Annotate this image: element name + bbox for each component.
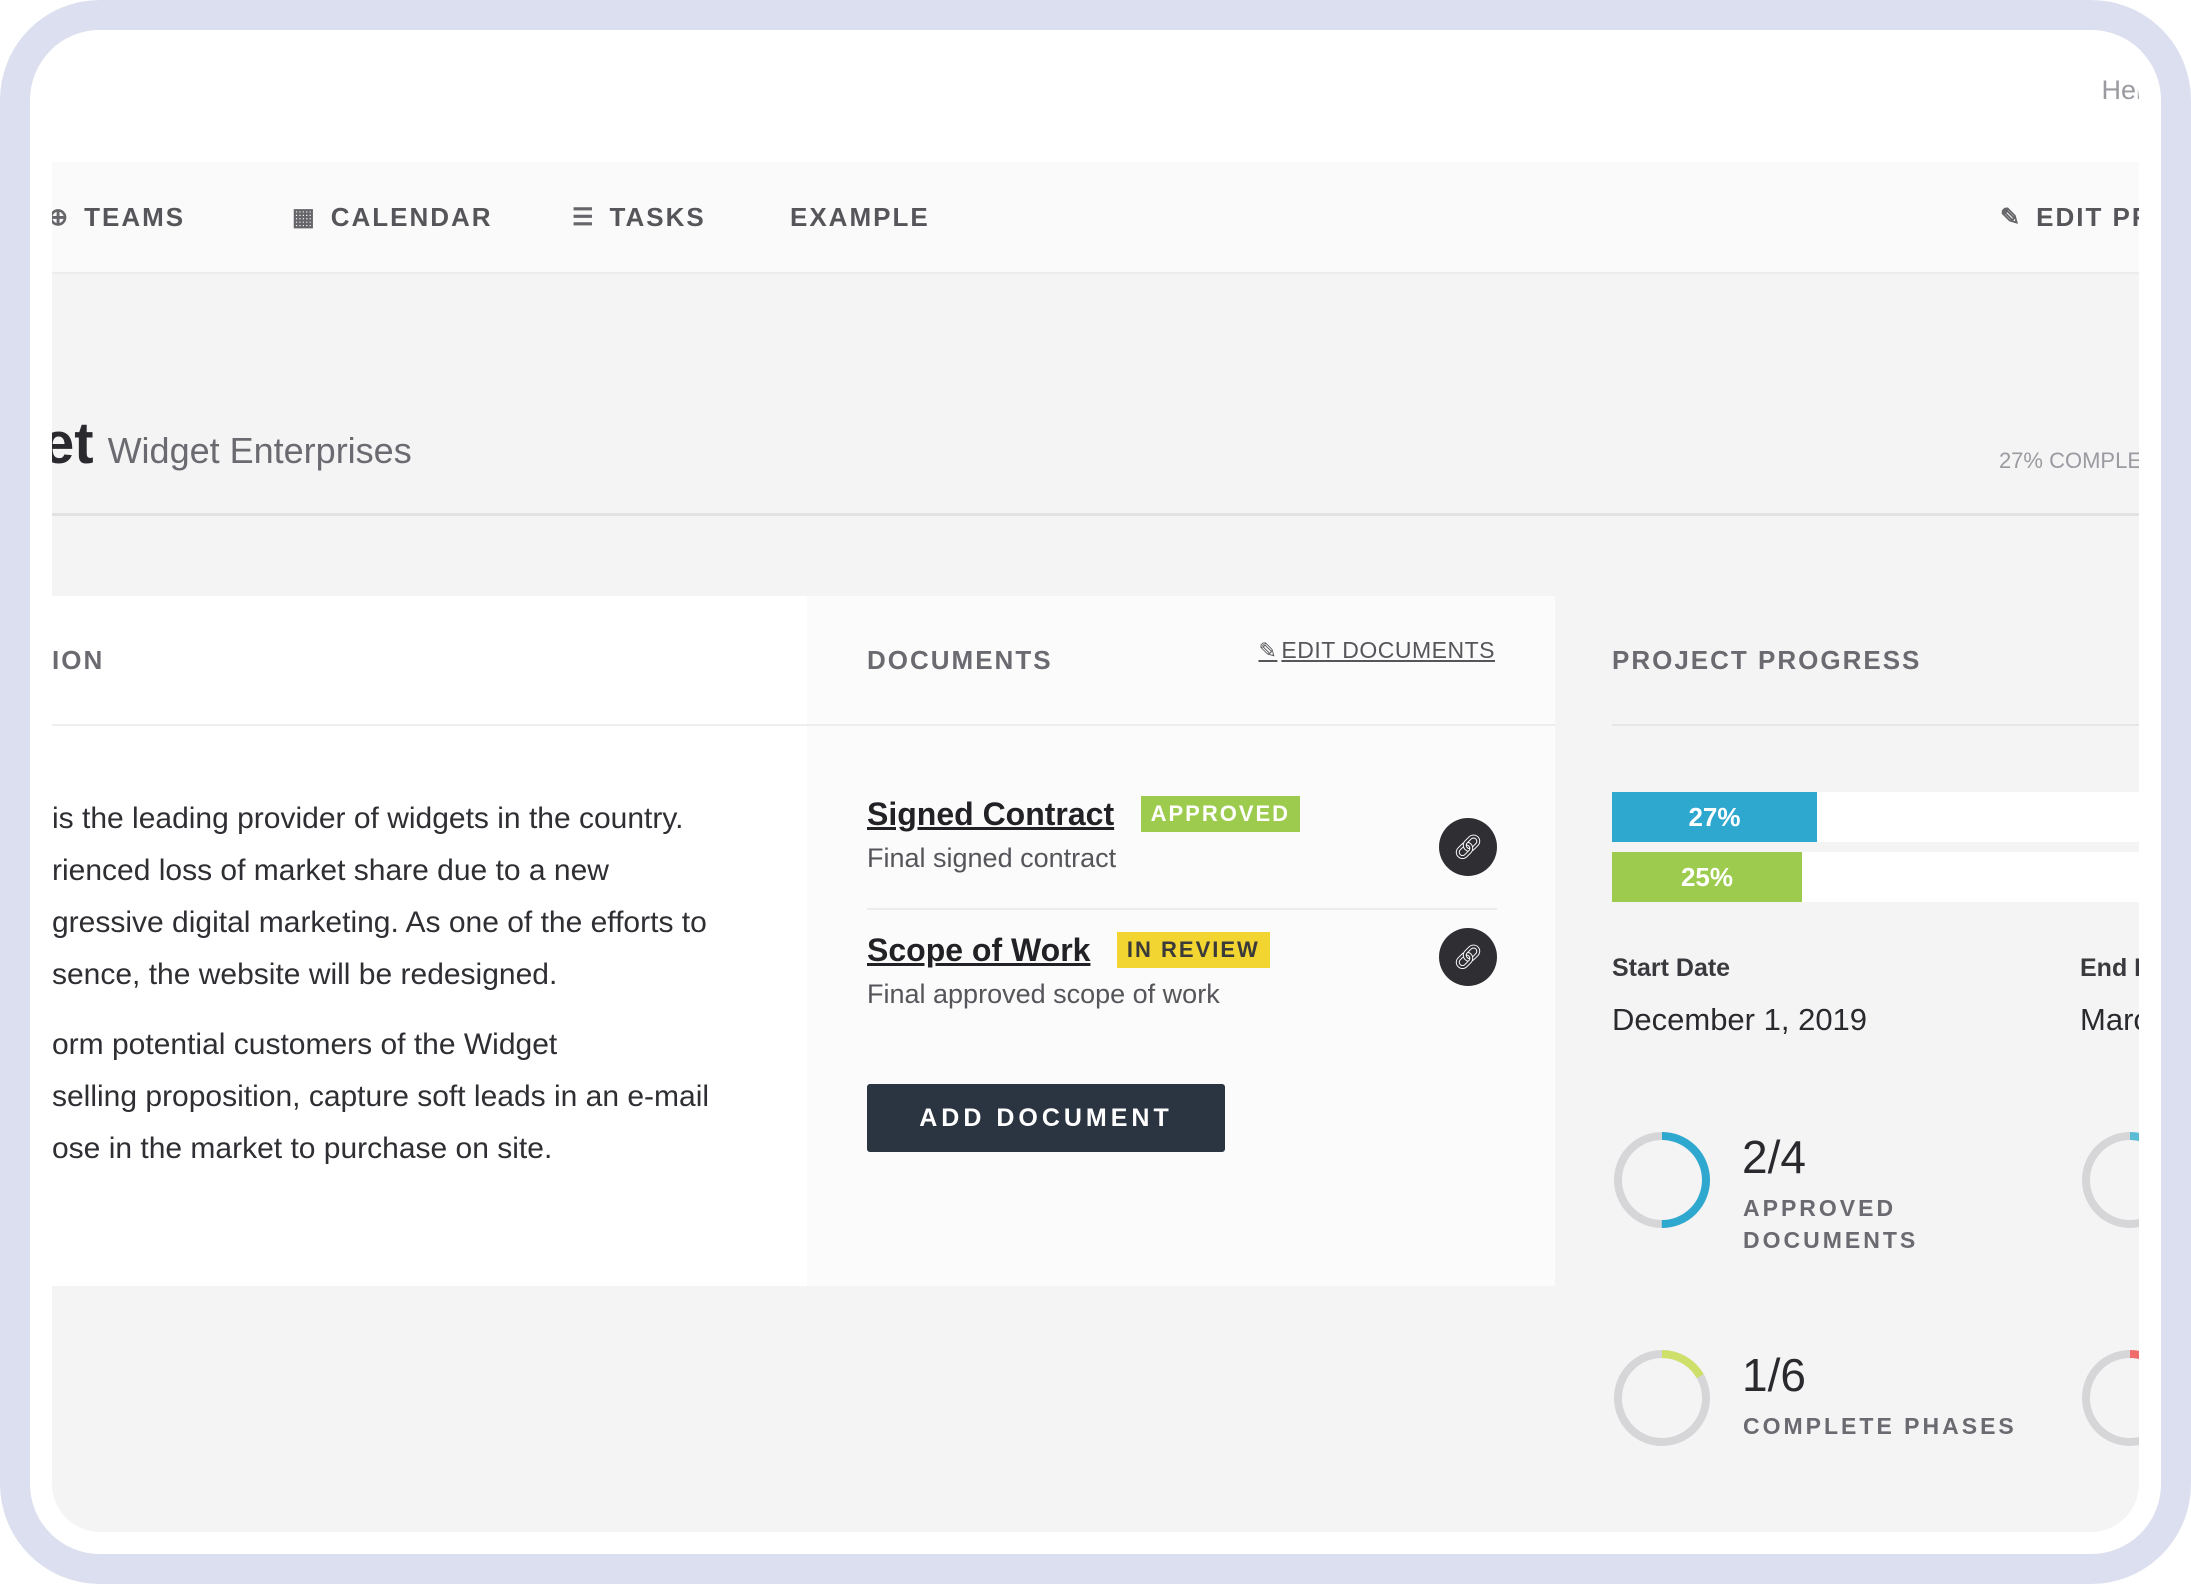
about-panel: ION is the leading provider of widgets i…	[52, 596, 807, 1286]
link-icon: 🔗︎	[1452, 943, 1484, 971]
document-title-link[interactable]: Signed Contract	[867, 796, 1114, 832]
approved-documents-count: 2/4	[1742, 1131, 1806, 1183]
about-line: selling proposition, capture soft leads …	[52, 1080, 710, 1113]
edit-documents-label: EDIT DOCUMENTS	[1281, 637, 1495, 663]
document-item: Signed Contract APPROVED Final signed co…	[867, 796, 1497, 876]
donut-track	[2082, 1350, 2142, 1446]
tab-tasks-label: TASKS	[609, 201, 706, 232]
progress-heading: PROJECT PROGRESS	[1612, 644, 1922, 675]
documents-divider	[807, 724, 1555, 726]
progress-bar-track: 25%	[1612, 852, 2142, 902]
add-document-button[interactable]: ADD DOCUMENT	[867, 1084, 1225, 1152]
project-nav: ⊕ TEAMS ▦ CALENDAR ☰ TASKS EXAMPLE ✎ EDI…	[52, 162, 2142, 274]
document-title-link[interactable]: Scope of Work	[867, 932, 1090, 968]
tab-teams-label: TEAMS	[84, 201, 186, 232]
stat-label-line: APPROVED	[1743, 1195, 1897, 1221]
document-divider	[867, 908, 1497, 910]
documents-panel: DOCUMENTS ✎ EDIT DOCUMENTS Signed Contra…	[807, 596, 1555, 1286]
top-bar: Hel	[52, 30, 2142, 162]
approved-documents-label: APPROVED DOCUMENTS	[1743, 1192, 1918, 1256]
about-divider	[52, 724, 807, 726]
partial-stat-donut	[2082, 1132, 2142, 1228]
app-screen: Hel ⊕ TEAMS ▦ CALENDAR ☰ TASKS EXAMPLE ✎…	[52, 30, 2142, 1540]
tab-calendar-label: CALENDAR	[330, 201, 493, 232]
device-frame: Hel ⊕ TEAMS ▦ CALENDAR ☰ TASKS EXAMPLE ✎…	[0, 0, 2191, 1584]
project-title: et	[52, 411, 94, 476]
user-greeting[interactable]: Hel	[2101, 75, 2142, 106]
pencil-icon: ✎	[2000, 203, 2023, 231]
link-icon-button[interactable]: 🔗︎	[1439, 928, 1497, 986]
document-subtitle: Final signed contract	[867, 843, 1117, 873]
header-divider	[52, 513, 2142, 516]
tab-teams[interactable]: ⊕ TEAMS	[52, 162, 185, 272]
tab-example[interactable]: EXAMPLE	[790, 162, 930, 272]
status-badge-in-review: IN REVIEW	[1116, 932, 1270, 968]
document-subtitle: Final approved scope of work	[867, 979, 1220, 1009]
progress-bar-track: 27%	[1612, 792, 2142, 842]
tab-tasks[interactable]: ☰ TASKS	[572, 162, 706, 272]
link-icon: 🔗︎	[1452, 833, 1484, 861]
document-item: Scope of Work IN REVIEW Final approved s…	[867, 928, 1497, 1010]
link-icon-button[interactable]: 🔗︎	[1439, 818, 1497, 876]
teams-icon: ⊕	[52, 203, 70, 232]
start-date-value: December 1, 2019	[1612, 1002, 1868, 1037]
pencil-icon: ✎	[1258, 637, 1278, 663]
tab-calendar[interactable]: ▦ CALENDAR	[292, 162, 493, 272]
client-name[interactable]: Widget Enterprises	[108, 430, 412, 472]
documents-heading: DOCUMENTS	[867, 644, 1053, 675]
tab-example-label: EXAMPLE	[790, 201, 930, 232]
about-line: gressive digital marketing. As one of th…	[52, 906, 707, 939]
progress-bar-fill: 27%	[1612, 792, 1817, 842]
edit-project-link[interactable]: ✎ EDIT PROJ	[2000, 162, 2142, 272]
about-line: rienced loss of market share due to a ne…	[52, 854, 609, 887]
stat-label-line: DOCUMENTS	[1743, 1227, 1919, 1253]
project-progress-panel: PROJECT PROGRESS 27% 25% Start Date Dece…	[1612, 596, 2142, 1496]
complete-phases-count: 1/6	[1742, 1349, 1806, 1401]
progress-bar-fill: 25%	[1612, 852, 1802, 902]
about-heading: ION	[52, 644, 105, 675]
progress-bar-label: 25%	[1680, 861, 1734, 892]
status-badge-approved: APPROVED	[1140, 796, 1301, 832]
edit-documents-link[interactable]: ✎ EDIT DOCUMENTS	[1258, 637, 1495, 664]
about-line: sence, the website will be redesigned.	[52, 958, 558, 991]
progress-bar-label: 27%	[1688, 801, 1741, 832]
about-line: orm potential customers of the Widget	[52, 1028, 558, 1061]
complete-phases-label: COMPLETE PHASES	[1743, 1413, 2017, 1439]
partial-stat-donut	[2082, 1350, 2142, 1446]
about-line: is the leading provider of widgets in th…	[52, 802, 684, 835]
project-header: et Widget Enterprises	[52, 410, 412, 477]
approved-documents-donut	[1614, 1132, 1710, 1228]
edit-project-label: EDIT PROJ	[2036, 201, 2142, 232]
donut-track	[2082, 1132, 2142, 1228]
tasks-icon: ☰	[572, 203, 596, 231]
completion-summary: 27% COMPLE	[1998, 448, 2142, 473]
start-date-label: Start Date	[1612, 954, 1731, 982]
progress-divider	[1612, 724, 2142, 726]
end-date-value: March	[2080, 1002, 2142, 1037]
complete-phases-donut	[1614, 1350, 1710, 1446]
about-line: ose in the market to purchase on site.	[52, 1132, 553, 1165]
end-date-label: End Da	[2080, 954, 2142, 982]
calendar-icon: ▦	[292, 203, 317, 231]
